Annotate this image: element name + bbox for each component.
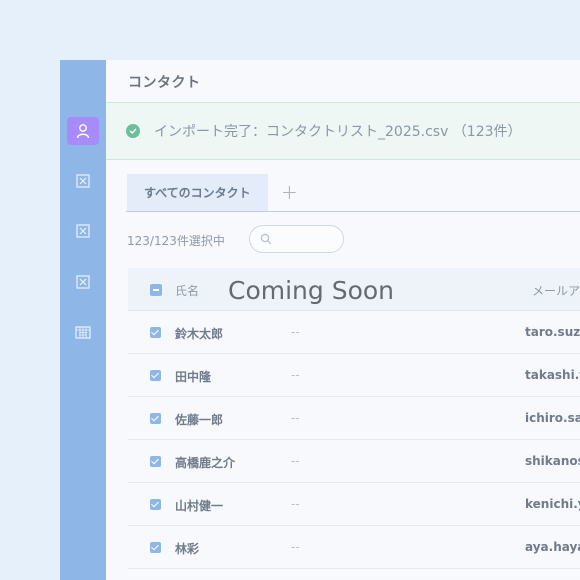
calendar-icon	[75, 326, 91, 339]
page-title: コンタクト	[128, 75, 201, 91]
sidebar-item-4[interactable]	[67, 268, 99, 296]
contact-field: --	[291, 540, 300, 554]
tab-bar: すべてのコンタクト +	[126, 174, 580, 212]
coming-soon-overlay: Coming Soon	[228, 276, 395, 305]
sidebar-rail	[60, 60, 106, 580]
row-checkbox[interactable]	[150, 370, 161, 381]
row-checkbox[interactable]	[150, 456, 161, 467]
row-checkbox[interactable]	[150, 327, 161, 338]
contact-email: ichiro.sat	[525, 411, 580, 425]
import-success-banner: インポート完了：コンタクトリスト_2025.csv （123件）	[106, 102, 580, 160]
contact-name: 林彩	[175, 542, 200, 556]
search-icon	[260, 233, 272, 245]
sidebar-item-2[interactable]	[67, 167, 99, 195]
close-box-icon	[76, 275, 90, 289]
column-header-email[interactable]: メールア	[532, 282, 580, 299]
contact-name: 佐藤一郎	[175, 413, 224, 427]
contact-field: --	[291, 411, 300, 425]
table-row[interactable]: 山村健一 -- kenichi.ya	[128, 483, 580, 526]
sidebar-item-contacts[interactable]	[67, 117, 99, 145]
main-content: コンタクト インポート完了：コンタクトリスト_2025.csv （123件） す…	[106, 60, 580, 580]
contact-name: 鈴木太郎	[175, 327, 224, 341]
contact-name: 山村健一	[175, 499, 224, 513]
contact-email: takashi.ta	[525, 368, 580, 382]
contact-name: 高橋鹿之介	[175, 456, 236, 470]
table-row[interactable]: 田中隆 -- takashi.ta	[128, 354, 580, 397]
sidebar-item-calendar[interactable]	[67, 318, 99, 346]
close-box-icon	[76, 224, 90, 238]
sidebar-item-3[interactable]	[67, 217, 99, 245]
table-row[interactable]: 高橋鹿之介 -- shikanosu	[128, 440, 580, 483]
table-row[interactable]: 林彩 -- aya.hayas	[128, 526, 580, 569]
contact-email: shikanosu	[525, 454, 580, 468]
add-tab-button[interactable]: +	[281, 180, 298, 204]
user-icon	[76, 124, 90, 139]
contact-field: --	[291, 497, 300, 511]
table-row[interactable]: 佐藤一郎 -- ichiro.sat	[128, 397, 580, 440]
contact-name: 田中隆	[175, 370, 212, 384]
banner-text: インポート完了：コンタクトリスト_2025.csv （123件）	[154, 124, 522, 140]
row-checkbox[interactable]	[150, 413, 161, 424]
search-input[interactable]	[249, 225, 344, 253]
select-all-checkbox[interactable]	[150, 284, 162, 296]
selection-count: 123/123件選択中	[127, 234, 225, 248]
contact-email: taro.suzu	[525, 325, 580, 339]
app-window: コンタクト インポート完了：コンタクトリスト_2025.csv （123件） す…	[60, 60, 580, 580]
contact-email: aya.hayas	[525, 540, 580, 554]
contact-email: kenichi.ya	[525, 497, 580, 511]
column-header-name[interactable]: 氏名	[175, 282, 199, 299]
contact-rows: 鈴木太郎 -- taro.suzu 田中隆 -- takashi.ta 佐藤一郎…	[128, 311, 580, 569]
check-circle-icon	[126, 124, 140, 138]
close-box-icon	[76, 174, 90, 188]
table-header: 氏名 Coming Soon メールア	[128, 268, 580, 311]
contact-field: --	[291, 454, 300, 468]
tab-all-contacts[interactable]: すべてのコンタクト	[127, 174, 268, 211]
table-row[interactable]: 鈴木太郎 -- taro.suzu	[128, 311, 580, 354]
row-checkbox[interactable]	[150, 542, 161, 553]
contact-field: --	[291, 368, 300, 382]
row-checkbox[interactable]	[150, 499, 161, 510]
contact-field: --	[291, 325, 300, 339]
